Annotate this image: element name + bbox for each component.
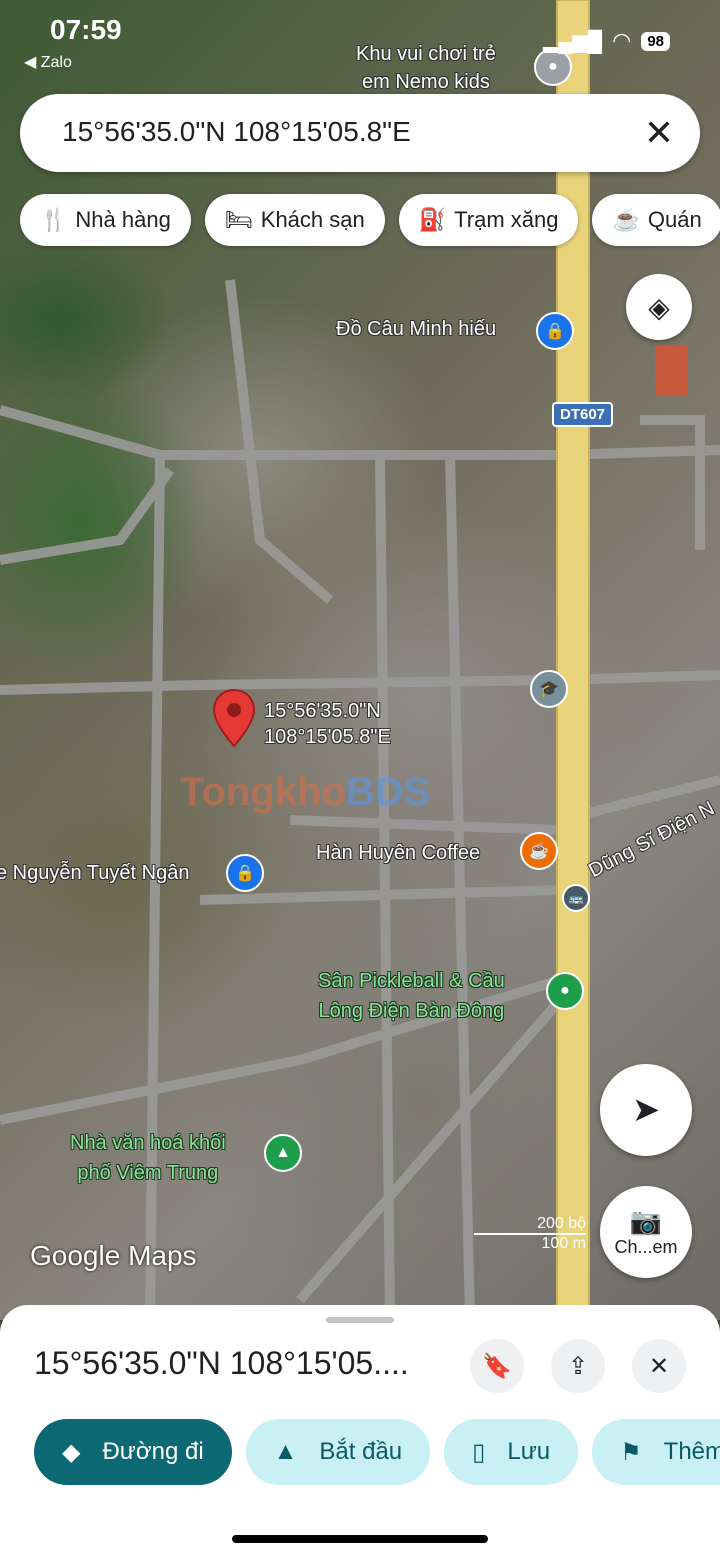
search-input[interactable]: 15°56'35.0"N 108°15'05.8"E [62,116,411,148]
pin-label-line: 15°56'35.0"N [264,700,381,722]
action-label: Đường đi [102,1438,204,1465]
directions-icon: ◆ [62,1438,81,1466]
chip-label: Khách sạn [260,207,365,232]
place-label-han-huyen[interactable]: Hàn Huyên Coffee [316,842,480,865]
chip-restaurant[interactable]: 🍴 Nhà hàng [20,194,191,246]
pin-coordinates-label: 15°56'35.0"N 108°15'05.8"E [264,698,391,750]
layers-icon: ◈ [648,291,670,323]
share-icon: ⇪ [567,1352,589,1380]
watermark: TongkhoBDS [180,770,430,815]
chip-gas-station[interactable]: ⛽ Trạm xăng [398,194,579,246]
bookmark-icon: 🔖 [482,1352,512,1380]
scale-feet: 200 bộ [474,1215,586,1235]
place-title: 15°56'35.0"N 108°15'05.... [34,1345,409,1381]
flag-icon: ⚑ [620,1438,642,1466]
chip-cafe[interactable]: ☕ Quán [592,194,720,246]
place-label-line: phố Viêm Trung [77,1162,219,1184]
lens-label: Ch...em [614,1237,678,1257]
home-indicator[interactable] [232,1535,488,1543]
layers-button[interactable]: ◈ [626,274,692,340]
watermark-b: BDS [345,770,431,814]
share-button[interactable]: ⇪ [551,1339,605,1393]
park-icon[interactable]: ▲ [264,1134,302,1172]
location-pin-icon[interactable] [212,688,256,748]
status-bar: 07:59 ◀ Zalo ▂▄▆█ ◠ 98 [0,0,720,90]
watermark-a: Tongkho [180,770,346,814]
my-location-button[interactable]: ➤ [600,1064,692,1156]
search-bar[interactable]: 15°56'35.0"N 108°15'05.8"E ✕ [20,94,700,172]
camera-icon: 📷 [629,1206,663,1236]
school-icon[interactable]: 🎓 [530,670,568,708]
system-icons: ▂▄▆█ ◠ 98 [543,28,670,54]
save-bookmark-button[interactable]: 🔖 [470,1339,524,1393]
add-button[interactable]: ⚑ Thêm [592,1419,720,1485]
drag-handle[interactable] [326,1317,394,1323]
gas-station-icon: ⛽ [418,207,447,232]
action-label: Lưu [507,1438,551,1465]
battery-icon: 98 [641,31,670,51]
route-badge: DT607 [552,402,614,427]
back-app-label: Zalo [40,54,72,71]
cafe-icon: ☕ [612,207,640,232]
close-icon[interactable]: ✕ [644,112,674,154]
start-button[interactable]: ▲ Bắt đầu [245,1419,431,1485]
lens-button[interactable]: 📷 Ch...em [600,1186,692,1278]
signal-icon: ▂▄▆█ [543,30,603,53]
scale-bar: 200 bộ 100 m [474,1215,586,1253]
cafe-icon[interactable]: ☕ [520,832,558,870]
place-label-tuyet-ngan[interactable]: e Nguyễn Tuyết Ngân [0,862,189,885]
scale-meters: 100 m [541,1235,586,1252]
wifi-icon: ◠ [612,28,632,53]
chip-label: Nhà hàng [75,207,171,232]
action-label: Bắt đầu [319,1438,403,1465]
category-chips: 🍴 Nhà hàng 🛏 Khách sạn ⛽ Trạm xăng ☕ Quán [20,194,720,246]
bookmark-icon: ▯ [472,1438,486,1466]
chip-label: Trạm xăng [454,207,559,232]
close-sheet-button[interactable]: ✕ [632,1339,686,1393]
navigate-icon: ▲ [273,1438,298,1465]
directions-button[interactable]: ◆ Đường đi [34,1419,232,1485]
close-icon: ✕ [648,1352,670,1380]
action-label: Thêm [663,1438,720,1465]
place-label-line: Lông Điện Bàn Đông [318,1000,505,1022]
shopping-bag-icon[interactable]: 🔒 [226,854,264,892]
shopping-bag-icon[interactable]: 🔒 [536,312,574,350]
place-bottom-sheet[interactable]: 15°56'35.0"N 108°15'05.... 🔖 ⇪ ✕ ◆ Đường… [0,1305,720,1557]
restaurant-icon: 🍴 [40,207,68,232]
bus-stop-icon[interactable]: 🚌 [562,884,590,912]
clock: 07:59 [50,14,122,45]
action-buttons: ◆ Đường đi ▲ Bắt đầu ▯ Lưu ⚑ Thêm [34,1419,720,1485]
place-label-pickleball[interactable]: Sân Pickleball & Cầu Lông Điện Bàn Đông [318,966,505,1026]
back-to-app[interactable]: ◀ Zalo [24,52,72,72]
pin-label-line: 108°15'05.8"E [264,726,391,748]
google-maps-logo: Google Maps [30,1240,197,1271]
place-label-line: Nhà văn hoá khối [70,1132,226,1154]
navigation-arrow-icon: ➤ [631,1091,661,1129]
sports-icon[interactable]: ● [546,972,584,1010]
chip-hotel[interactable]: 🛏 Khách sạn [204,194,385,246]
place-label-do-cau[interactable]: Đồ Câu Minh hiếu [336,318,496,341]
save-button[interactable]: ▯ Lưu [444,1419,579,1485]
place-label-nha-van-hoa[interactable]: Nhà văn hoá khối phố Viêm Trung [70,1128,226,1188]
hotel-icon: 🛏 [224,207,253,232]
place-label-line: Sân Pickleball & Cầu [318,970,505,992]
chip-label: Quán [647,207,702,232]
